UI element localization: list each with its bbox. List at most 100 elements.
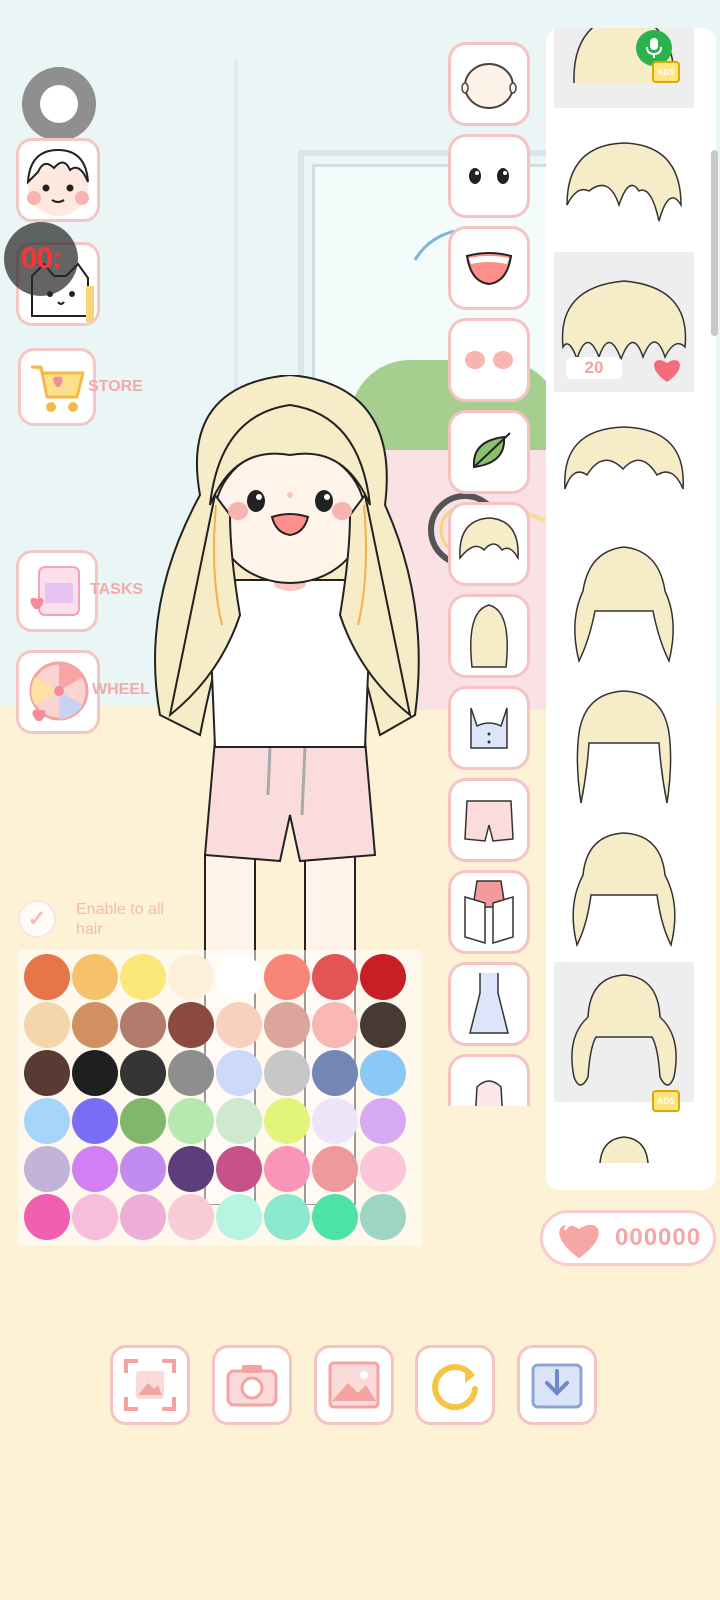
- avatar-face-icon: [26, 148, 89, 216]
- color-swatch[interactable]: [168, 1002, 214, 1048]
- category-leaf[interactable]: [448, 410, 530, 494]
- fullscreen-button[interactable]: [110, 1345, 190, 1425]
- hair-option-2[interactable]: [554, 110, 694, 250]
- tasks-calendar-icon: [30, 566, 80, 616]
- color-swatch[interactable]: [264, 1146, 310, 1192]
- hair-option-7[interactable]: [554, 820, 694, 960]
- category-jacket[interactable]: [448, 870, 530, 954]
- hair-option-4[interactable]: [554, 394, 694, 534]
- color-swatch[interactable]: [216, 1002, 262, 1048]
- color-swatch[interactable]: [168, 1098, 214, 1144]
- color-swatch[interactable]: [216, 954, 262, 1000]
- color-swatch[interactable]: [312, 1050, 358, 1096]
- color-swatch[interactable]: [264, 1002, 310, 1048]
- color-swatch[interactable]: [360, 954, 406, 1000]
- color-swatch[interactable]: [24, 1098, 70, 1144]
- color-swatch[interactable]: [264, 1098, 310, 1144]
- hair-style-icon: [574, 546, 674, 664]
- hair-option-6[interactable]: [554, 678, 694, 818]
- category-bottom[interactable]: [448, 778, 530, 862]
- color-palette[interactable]: [18, 950, 422, 1246]
- color-swatch[interactable]: [264, 1194, 310, 1240]
- blush-icon: [465, 351, 513, 369]
- tasks-button[interactable]: [16, 550, 98, 632]
- category-mouth[interactable]: [448, 226, 530, 310]
- color-swatch[interactable]: [312, 954, 358, 1000]
- color-swatch[interactable]: [72, 1146, 118, 1192]
- check-icon[interactable]: ✓: [18, 900, 56, 938]
- hair-list-scrollbar[interactable]: [711, 150, 718, 336]
- color-swatch[interactable]: [168, 1050, 214, 1096]
- color-swatch[interactable]: [216, 1098, 262, 1144]
- record-button[interactable]: [22, 67, 96, 141]
- enable-all-hair-toggle[interactable]: ✓ Enable to all hair: [18, 900, 166, 940]
- hair-style-icon: [564, 426, 684, 490]
- color-swatch[interactable]: [72, 954, 118, 1000]
- color-swatch[interactable]: [360, 1098, 406, 1144]
- category-column[interactable]: [448, 40, 532, 1106]
- color-swatch[interactable]: [120, 1050, 166, 1096]
- store-button[interactable]: [18, 348, 96, 426]
- category-blush[interactable]: [448, 318, 530, 402]
- hair-style-icon: [599, 1136, 649, 1163]
- color-swatch[interactable]: [312, 1098, 358, 1144]
- timer-badge: 00:: [4, 222, 78, 296]
- crop-top-icon: [470, 707, 508, 749]
- color-swatch[interactable]: [216, 1194, 262, 1240]
- color-swatch[interactable]: [120, 1194, 166, 1240]
- color-swatch[interactable]: [216, 1146, 262, 1192]
- color-swatch[interactable]: [72, 1050, 118, 1096]
- category-head[interactable]: [448, 42, 530, 126]
- color-swatch[interactable]: [72, 1194, 118, 1240]
- hair-option-8[interactable]: [554, 962, 694, 1102]
- coat-icon: [475, 1080, 503, 1106]
- color-swatch[interactable]: [312, 1194, 358, 1240]
- dress-icon: [469, 973, 509, 1034]
- color-swatch[interactable]: [120, 954, 166, 1000]
- category-hair[interactable]: [448, 502, 530, 586]
- color-swatch[interactable]: [120, 1002, 166, 1048]
- color-swatch[interactable]: [216, 1050, 262, 1096]
- category-back-hair[interactable]: [448, 594, 530, 678]
- color-swatch[interactable]: [120, 1146, 166, 1192]
- color-swatch[interactable]: [120, 1098, 166, 1144]
- hair-option-5[interactable]: [554, 536, 694, 676]
- color-swatch[interactable]: [24, 1050, 70, 1096]
- category-dress[interactable]: [448, 962, 530, 1046]
- mic-icon: [646, 38, 662, 58]
- category-top[interactable]: [448, 686, 530, 770]
- head-icon: [461, 63, 517, 109]
- camera-button[interactable]: [212, 1345, 292, 1425]
- color-swatch[interactable]: [24, 954, 70, 1000]
- color-swatch[interactable]: [312, 1002, 358, 1048]
- color-swatch[interactable]: [360, 1146, 406, 1192]
- color-swatch[interactable]: [72, 1002, 118, 1048]
- avatar-face-button[interactable]: [16, 138, 100, 222]
- hair-style-icon: [571, 974, 677, 1086]
- color-swatch[interactable]: [168, 954, 214, 1000]
- hair-style-icon: [572, 832, 676, 948]
- reset-button[interactable]: [415, 1345, 495, 1425]
- long-hair-icon: [470, 604, 508, 668]
- color-swatch[interactable]: [24, 1002, 70, 1048]
- background-button[interactable]: [314, 1345, 394, 1425]
- hair-option-9[interactable]: [554, 1128, 694, 1168]
- shorts-icon: [464, 800, 514, 842]
- color-swatch[interactable]: [168, 1194, 214, 1240]
- hair-style-icon: [566, 142, 682, 222]
- color-swatch[interactable]: [264, 954, 310, 1000]
- wheel-button[interactable]: [16, 650, 100, 734]
- color-swatch[interactable]: [264, 1050, 310, 1096]
- color-swatch[interactable]: [24, 1194, 70, 1240]
- save-button[interactable]: [517, 1345, 597, 1425]
- category-outer[interactable]: [448, 1054, 530, 1106]
- color-swatch[interactable]: [312, 1146, 358, 1192]
- color-swatch[interactable]: [360, 1194, 406, 1240]
- category-eyes[interactable]: [448, 134, 530, 218]
- color-swatch[interactable]: [360, 1050, 406, 1096]
- color-swatch[interactable]: [24, 1146, 70, 1192]
- hair-list-panel[interactable]: [546, 28, 716, 1190]
- color-swatch[interactable]: [168, 1146, 214, 1192]
- color-swatch[interactable]: [360, 1002, 406, 1048]
- color-swatch[interactable]: [72, 1098, 118, 1144]
